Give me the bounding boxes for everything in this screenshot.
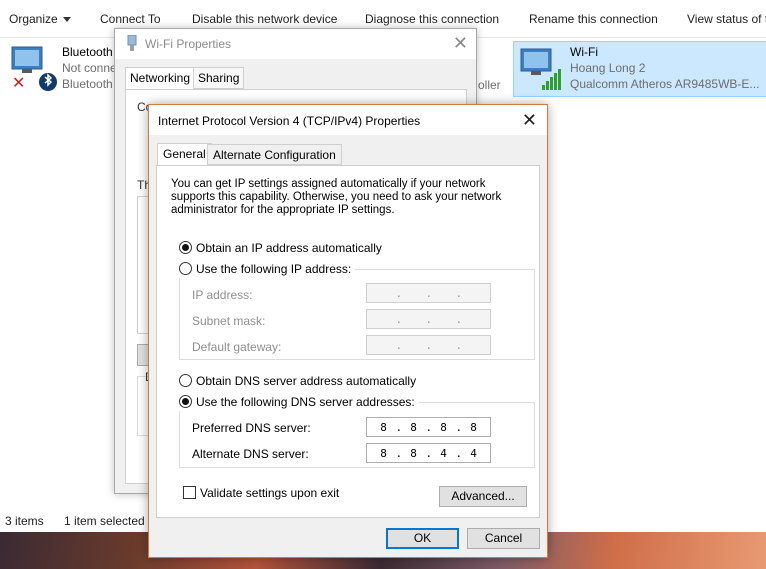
adapter-device: Qualcomm Atheros AR9485WB-E...: [570, 77, 760, 91]
subnet-mask-field[interactable]: ...: [366, 309, 491, 329]
use-static-dns-radio[interactable]: Use the following DNS server addresses:: [179, 395, 419, 411]
title-bar: Internet Protocol Version 4 (TCP/IPv4) P…: [149, 105, 547, 135]
radio-icon: [179, 395, 192, 408]
default-gateway-field[interactable]: ...: [366, 335, 491, 355]
static-dns-group: Preferred DNS server: 8.8.8.8 Alternate …: [179, 402, 535, 468]
svg-text:✕: ✕: [12, 73, 25, 92]
preferred-dns-field[interactable]: 8.8.8.8: [366, 417, 491, 437]
window-title: Wi-Fi Properties: [145, 37, 232, 51]
close-icon[interactable]: ✕: [453, 33, 468, 53]
subnet-mask-label: Subnet mask:: [192, 314, 266, 328]
static-ip-group: IP address: ... Subnet mask: ... Default…: [179, 269, 535, 360]
tab-networking[interactable]: Networking: [125, 67, 196, 91]
connect-to-button[interactable]: Connect To: [100, 12, 161, 26]
rename-button[interactable]: Rename this connection: [529, 12, 658, 26]
adapter-status: Hoang Long 2: [570, 61, 646, 75]
radio-icon: [179, 374, 192, 387]
item-count: 3 items: [5, 514, 44, 528]
use-static-ip-radio[interactable]: Use the following IP address:: [179, 262, 356, 278]
organize-menu[interactable]: Organize: [9, 12, 71, 26]
radio-icon: [179, 262, 192, 275]
wifi-adapter-icon: [520, 48, 561, 90]
default-gateway-label: Default gateway:: [192, 340, 282, 354]
dialog-title: Internet Protocol Version 4 (TCP/IPv4) P…: [158, 114, 421, 128]
checkbox-icon: [183, 486, 196, 499]
ip-address-label: IP address:: [192, 288, 253, 302]
general-panel: You can get IP settings assigned automat…: [156, 165, 540, 518]
adapter-wifi[interactable]: Wi-Fi Hoang Long 2 Qualcomm Atheros AR94…: [513, 41, 766, 97]
alternate-dns-label: Alternate DNS server:: [192, 447, 309, 461]
adapter-bluetooth[interactable]: ✕ Bluetooth Not conne Bluetooth: [6, 42, 117, 96]
title-bar: Wi-Fi Properties ✕: [115, 29, 476, 59]
ok-button[interactable]: OK: [386, 528, 459, 549]
bluetooth-icon: ✕: [11, 46, 57, 92]
selection-count: 1 item selected: [64, 514, 145, 528]
diagnose-button[interactable]: Diagnose this connection: [365, 12, 499, 26]
adapter-device: Bluetooth: [62, 77, 113, 91]
close-icon[interactable]: ✕: [522, 110, 537, 130]
intro-text: You can get IP settings assigned automat…: [171, 178, 502, 216]
ipv4-properties-dialog: Internet Protocol Version 4 (TCP/IPv4) P…: [148, 104, 548, 558]
adapter-status: Not conne: [62, 61, 117, 75]
validate-settings-checkbox[interactable]: Validate settings upon exit: [183, 486, 339, 500]
obtain-dns-auto-radio[interactable]: Obtain DNS server address automatically: [179, 374, 416, 390]
alternate-dns-field[interactable]: 8.8.4.4: [366, 443, 491, 463]
tab-alternate-configuration[interactable]: Alternate Configuration: [207, 144, 342, 165]
adapter-device-partial: oller: [478, 78, 501, 92]
view-status-button[interactable]: View status of t: [687, 12, 766, 26]
adapter-name: Wi-Fi: [570, 45, 598, 59]
disable-device-button[interactable]: Disable this network device: [192, 12, 337, 26]
tab-sharing[interactable]: Sharing: [193, 67, 245, 89]
advanced-button[interactable]: Advanced...: [439, 486, 527, 507]
network-adapter-icon: [127, 35, 137, 51]
tab-general[interactable]: General: [157, 143, 212, 166]
radio-icon: [179, 241, 192, 254]
ip-address-field[interactable]: ...: [366, 283, 491, 303]
obtain-ip-auto-radio[interactable]: Obtain an IP address automatically: [179, 241, 382, 257]
adapter-name: Bluetooth: [62, 45, 113, 59]
chevron-down-icon: [62, 17, 71, 23]
preferred-dns-label: Preferred DNS server:: [192, 421, 311, 435]
cancel-button[interactable]: Cancel: [467, 528, 540, 549]
